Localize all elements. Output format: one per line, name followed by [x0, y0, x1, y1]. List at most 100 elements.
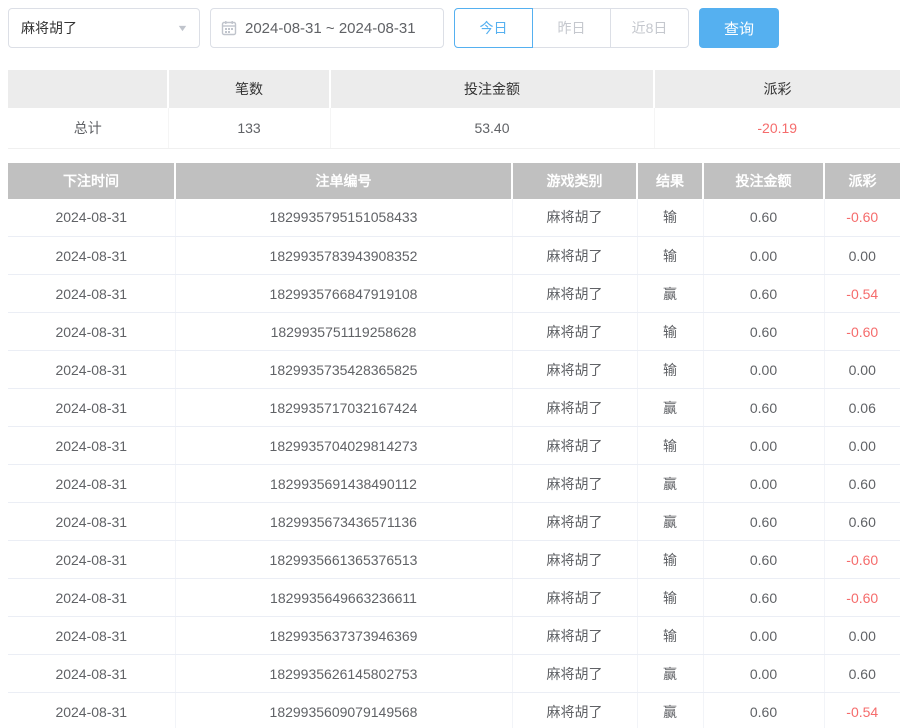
bet-game: 麻将胡了	[512, 237, 637, 275]
bet-id: 1829935691438490112	[175, 465, 512, 503]
bet-amount: 0.00	[703, 617, 824, 655]
bet-payout: 0.00	[824, 617, 900, 655]
table-row: 2024-08-31 1829935691438490112 麻将胡了 赢 0.…	[8, 465, 900, 503]
bet-payout: 0.00	[824, 427, 900, 465]
col-header-bet-amount: 投注金额	[703, 163, 824, 199]
bet-id: 1829935637373946369	[175, 617, 512, 655]
bet-amount: 0.00	[703, 351, 824, 389]
bet-payout: 0.60	[824, 503, 900, 541]
table-row: 2024-08-31 1829935783943908352 麻将胡了 输 0.…	[8, 237, 900, 275]
bet-id: 1829935704029814273	[175, 427, 512, 465]
bet-game: 麻将胡了	[512, 693, 637, 728]
today-button[interactable]: 今日	[454, 8, 533, 48]
bet-date: 2024-08-31	[8, 199, 175, 237]
summary-table: 笔数 投注金额 派彩 总计 133 53.40 -20.19	[8, 70, 900, 149]
bet-amount: 0.00	[703, 655, 824, 693]
bet-date: 2024-08-31	[8, 617, 175, 655]
summary-col-empty	[8, 70, 168, 108]
bet-payout: -0.60	[824, 579, 900, 617]
chevron-down-icon: ▼	[176, 23, 188, 33]
table-row: 2024-08-31 1829935735428365825 麻将胡了 输 0.…	[8, 351, 900, 389]
col-header-result: 结果	[637, 163, 703, 199]
bet-result: 赢	[637, 693, 703, 728]
bet-id: 1829935766847919108	[175, 275, 512, 313]
bet-payout: 0.00	[824, 237, 900, 275]
bet-payout: -0.54	[824, 275, 900, 313]
date-range-input[interactable]: 2024-08-31 ~ 2024-08-31	[210, 8, 444, 48]
bet-amount: 0.60	[703, 579, 824, 617]
bet-result: 赢	[637, 389, 703, 427]
bet-game: 麻将胡了	[512, 389, 637, 427]
bet-amount: 0.00	[703, 427, 824, 465]
bet-date: 2024-08-31	[8, 655, 175, 693]
bet-game: 麻将胡了	[512, 617, 637, 655]
bet-payout: 0.60	[824, 655, 900, 693]
bet-id: 1829935626145802753	[175, 655, 512, 693]
summary-payout-value: -20.19	[654, 108, 900, 148]
bet-result: 输	[637, 579, 703, 617]
bet-date: 2024-08-31	[8, 503, 175, 541]
bet-result: 赢	[637, 275, 703, 313]
col-header-bet-time: 下注时间	[8, 163, 175, 199]
bet-date: 2024-08-31	[8, 313, 175, 351]
bet-amount: 0.60	[703, 693, 824, 728]
bet-amount: 0.00	[703, 465, 824, 503]
bet-result: 输	[637, 541, 703, 579]
table-row: 2024-08-31 1829935661365376513 麻将胡了 输 0.…	[8, 541, 900, 579]
bet-amount: 0.60	[703, 503, 824, 541]
table-row: 2024-08-31 1829935649663236611 麻将胡了 输 0.…	[8, 579, 900, 617]
table-row: 2024-08-31 1829935717032167424 麻将胡了 赢 0.…	[8, 389, 900, 427]
query-button[interactable]: 查询	[699, 8, 779, 48]
bet-payout: -0.60	[824, 199, 900, 237]
table-row: 2024-08-31 1829935795151058433 麻将胡了 输 0.…	[8, 199, 900, 237]
bet-game: 麻将胡了	[512, 275, 637, 313]
bet-amount: 0.60	[703, 389, 824, 427]
yesterday-button[interactable]: 昨日	[532, 8, 611, 48]
bet-amount: 0.60	[703, 275, 824, 313]
bet-id: 1829935649663236611	[175, 579, 512, 617]
bet-id: 1829935795151058433	[175, 199, 512, 237]
bet-id: 1829935609079149568	[175, 693, 512, 728]
bet-game: 麻将胡了	[512, 427, 637, 465]
summary-total-label: 总计	[8, 108, 168, 148]
date-quick-group: 今日 昨日 近8日	[454, 8, 689, 48]
bet-result: 输	[637, 199, 703, 237]
table-row: 2024-08-31 1829935751119258628 麻将胡了 输 0.…	[8, 313, 900, 351]
bet-id: 1829935735428365825	[175, 351, 512, 389]
table-row: 2024-08-31 1829935766847919108 麻将胡了 赢 0.…	[8, 275, 900, 313]
bets-header-row: 下注时间 注单编号 游戏类别 结果 投注金额 派彩	[8, 163, 900, 199]
bet-result: 输	[637, 237, 703, 275]
bet-result: 输	[637, 313, 703, 351]
bet-amount: 0.60	[703, 313, 824, 351]
bet-id: 1829935751119258628	[175, 313, 512, 351]
bet-result: 输	[637, 617, 703, 655]
bet-amount: 0.60	[703, 541, 824, 579]
bet-result: 赢	[637, 503, 703, 541]
game-select-value: 麻将胡了	[21, 18, 77, 38]
bet-payout: -0.60	[824, 541, 900, 579]
summary-col-bet-amount: 投注金额	[330, 70, 654, 108]
bet-date: 2024-08-31	[8, 541, 175, 579]
bet-game: 麻将胡了	[512, 541, 637, 579]
bet-amount: 0.60	[703, 199, 824, 237]
bet-date: 2024-08-31	[8, 237, 175, 275]
table-row: 2024-08-31 1829935704029814273 麻将胡了 输 0.…	[8, 427, 900, 465]
col-header-bet-id: 注单编号	[175, 163, 512, 199]
bet-id: 1829935673436571136	[175, 503, 512, 541]
bet-game: 麻将胡了	[512, 199, 637, 237]
bet-date: 2024-08-31	[8, 351, 175, 389]
summary-col-payout: 派彩	[654, 70, 900, 108]
col-header-game-type: 游戏类别	[512, 163, 637, 199]
last8days-button[interactable]: 近8日	[610, 8, 689, 48]
summary-bet-amount-value: 53.40	[330, 108, 654, 148]
bets-table: 下注时间 注单编号 游戏类别 结果 投注金额 派彩 2024-08-31 182…	[8, 163, 900, 728]
bet-date: 2024-08-31	[8, 275, 175, 313]
bet-game: 麻将胡了	[512, 313, 637, 351]
bet-payout: 0.06	[824, 389, 900, 427]
bet-date: 2024-08-31	[8, 389, 175, 427]
bets-table-body: 2024-08-31 1829935795151058433 麻将胡了 输 0.…	[8, 199, 900, 728]
bet-payout: -0.54	[824, 693, 900, 728]
game-select[interactable]: 麻将胡了 ▼	[8, 8, 200, 48]
bet-id: 1829935661365376513	[175, 541, 512, 579]
summary-total-row: 总计 133 53.40 -20.19	[8, 108, 900, 148]
